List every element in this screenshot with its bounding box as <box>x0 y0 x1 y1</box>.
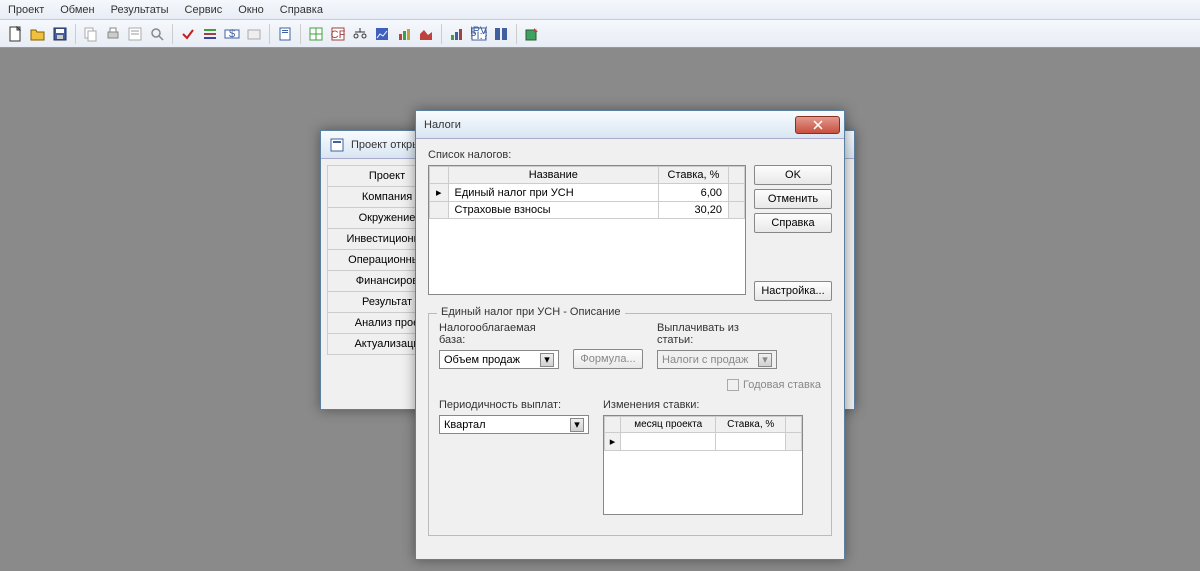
chart-blue-icon[interactable] <box>372 24 392 44</box>
export-icon[interactable] <box>522 24 542 44</box>
tax-row[interactable]: Страховые взносы 30,20 <box>430 202 745 219</box>
period-value: Квартал <box>444 419 486 431</box>
menu-window[interactable]: Окно <box>238 4 264 16</box>
cell-name[interactable]: Страховые взносы <box>448 202 658 219</box>
currency-icon[interactable]: $ <box>222 24 242 44</box>
changes-grid[interactable]: месяц проекта Ставка, % ▸ <box>603 415 803 515</box>
pay-from-label: Выплачивать из статьи: <box>657 322 777 346</box>
annual-rate-checkbox: Годовая ставка <box>727 379 821 391</box>
cancel-button[interactable]: Отменить <box>754 189 832 209</box>
col-rate[interactable]: Ставка, % <box>659 167 729 184</box>
row-marker-icon: ▸ <box>605 433 621 451</box>
table-green-icon[interactable] <box>306 24 326 44</box>
new-file-icon[interactable] <box>6 24 26 44</box>
col-month[interactable]: месяц проекта <box>621 417 716 433</box>
dropdown-arrow-icon: ▾ <box>540 353 554 367</box>
close-button[interactable] <box>795 116 840 134</box>
preview-icon[interactable] <box>125 24 145 44</box>
checkbox-icon <box>727 379 739 391</box>
dropdown-arrow-icon: ▾ <box>758 353 772 367</box>
folder-icon[interactable] <box>244 24 264 44</box>
save-icon[interactable] <box>50 24 70 44</box>
svg-text:PI:?: PI:? <box>471 30 487 42</box>
svg-text:CF: CF <box>331 29 346 41</box>
cell-rate[interactable]: 6,00 <box>659 184 729 202</box>
check-icon[interactable] <box>178 24 198 44</box>
base-label: Налогооблагаемая база: <box>439 322 559 346</box>
base-value: Объем продаж <box>444 354 520 366</box>
data-icon[interactable] <box>491 24 511 44</box>
menu-exchange[interactable]: Обмен <box>60 4 94 16</box>
menu-project[interactable]: Проект <box>8 4 44 16</box>
toolbar: $ CF NPV?PI:? <box>0 20 1200 48</box>
col-rate2[interactable]: Ставка, % <box>716 417 786 433</box>
cf-icon[interactable]: CF <box>328 24 348 44</box>
period-select[interactable]: Квартал ▾ <box>439 415 589 434</box>
base-select[interactable]: Объем продаж ▾ <box>439 350 559 369</box>
annual-rate-label: Годовая ставка <box>743 379 821 391</box>
pay-from-value: Налоги с продаж <box>662 354 748 366</box>
svg-text:$: $ <box>229 28 235 40</box>
tax-list-label: Список налогов: <box>428 149 832 161</box>
changes-label: Изменения ставки: <box>603 399 803 411</box>
chart-area-icon[interactable] <box>416 24 436 44</box>
tax-row[interactable]: ▸ Единый налог при УСН 6,00 <box>430 184 745 202</box>
formula-button: Формула... <box>573 349 643 369</box>
close-icon <box>813 120 823 130</box>
help-button[interactable]: Справка <box>754 213 832 233</box>
window-icon <box>329 137 345 153</box>
taxes-dialog-title: Налоги <box>424 119 795 131</box>
menubar: Проект Обмен Результаты Сервис Окно Спра… <box>0 0 1200 20</box>
col-name[interactable]: Название <box>448 167 658 184</box>
balance-icon[interactable] <box>350 24 370 44</box>
dropdown-arrow-icon: ▾ <box>570 418 584 432</box>
list-icon[interactable] <box>200 24 220 44</box>
copy-icon[interactable] <box>81 24 101 44</box>
menu-service[interactable]: Сервис <box>185 4 223 16</box>
cell-name[interactable]: Единый налог при УСН <box>448 184 658 202</box>
menu-help[interactable]: Справка <box>280 4 323 16</box>
cell-rate[interactable]: 30,20 <box>659 202 729 219</box>
changes-row[interactable]: ▸ <box>605 433 802 451</box>
print-icon[interactable] <box>103 24 123 44</box>
pay-from-select: Налоги с продаж ▾ <box>657 350 777 369</box>
open-file-icon[interactable] <box>28 24 48 44</box>
tax-grid[interactable]: Название Ставка, % ▸ Единый налог при УС… <box>428 165 746 295</box>
bars-icon[interactable] <box>447 24 467 44</box>
description-fieldset: Единый налог при УСН - Описание Налогооб… <box>428 313 832 536</box>
period-label: Периодичность выплат: <box>439 399 589 411</box>
menu-results[interactable]: Результаты <box>111 4 169 16</box>
npv-icon[interactable]: NPV?PI:? <box>469 24 489 44</box>
taxes-dialog-titlebar[interactable]: Налоги <box>416 111 844 139</box>
find-icon[interactable] <box>147 24 167 44</box>
taxes-dialog: Налоги Список налогов: Название Ставка, … <box>415 110 845 560</box>
settings-button[interactable]: Настройка... <box>754 281 832 301</box>
fieldset-legend: Единый налог при УСН - Описание <box>437 306 625 318</box>
chart-colored-icon[interactable] <box>394 24 414 44</box>
doc-blue-icon[interactable] <box>275 24 295 44</box>
row-marker-icon: ▸ <box>430 184 449 202</box>
ok-button[interactable]: OK <box>754 165 832 185</box>
